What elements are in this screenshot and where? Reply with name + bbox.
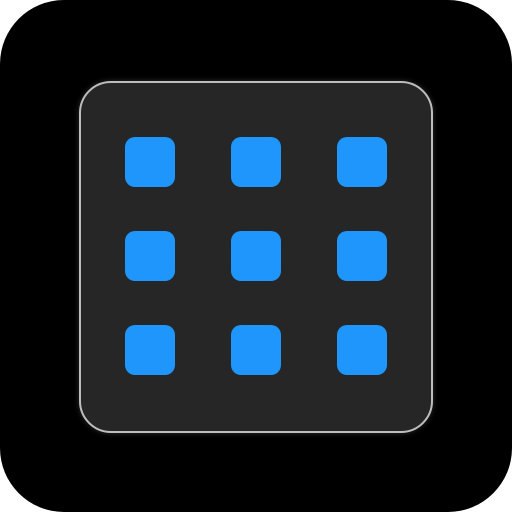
grid-dot-3-2: [231, 325, 281, 375]
grid-dot-1-2: [231, 137, 281, 187]
grid-dot-3-3: [337, 325, 387, 375]
grid-dot-1-3: [337, 137, 387, 187]
app-icon[interactable]: [0, 0, 512, 512]
grid-dot-1-1: [125, 137, 175, 187]
grid-dot-2-3: [337, 231, 387, 281]
grid-dot-2-2: [231, 231, 281, 281]
grid-dot-3-1: [125, 325, 175, 375]
grid-dot-2-1: [125, 231, 175, 281]
grid-icon: [79, 81, 433, 433]
